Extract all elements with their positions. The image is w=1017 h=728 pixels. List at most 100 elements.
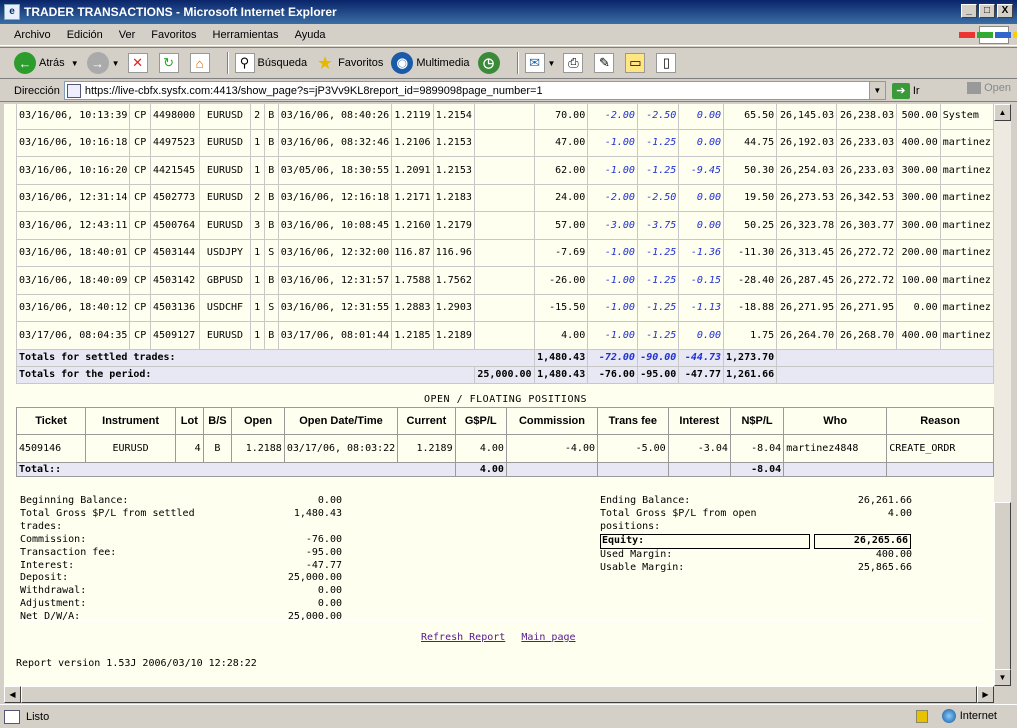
trade-cell: 26,264.70 [776,321,838,350]
trade-cell: 0.00 [678,104,725,130]
totals-period-fee: -95.00 [636,365,680,384]
trade-cell: 1 [249,238,265,267]
trade-cell: -2.50 [636,104,680,130]
trade-cell: 26,268.70 [836,321,898,350]
divider [16,620,984,621]
table-row: 03/16/06, 18:40:01 CP 4503144 USDJPY 1 S 03/16… [15,238,994,267]
media-button[interactable]: ◉ Multimedia [391,52,470,74]
position-cell: 1.2189 [397,434,456,463]
refresh-report-link[interactable]: Refresh Report [421,632,505,643]
menu-herramientas[interactable]: Herramientas [205,29,287,41]
menu-archivo[interactable]: Archivo [6,29,59,41]
trade-cell: 47.00 [533,128,589,157]
stop-button[interactable]: ✕ [127,53,151,73]
totals-period-empty [776,365,994,384]
trade-cell: 1.7588 [391,266,434,295]
trade-cell: CP [129,211,152,240]
trade-cell: 03/16/06, 18:40:12 [15,293,131,322]
close-button[interactable]: X [997,4,1013,18]
messenger-button[interactable]: ▯ [656,53,679,73]
edit-button[interactable]: ✎ [594,53,617,73]
trade-cell: 1.2119 [391,104,434,130]
totals-period-deposit: 25,000.00 [473,365,535,384]
scroll-right-icon[interactable]: ▶ [977,686,994,703]
totals-period-label: Totals for the period: [16,365,475,384]
trade-cell: 0.00 [678,321,725,350]
edit-icon: ✎ [594,53,615,73]
media-label: Multimedia [416,57,470,69]
column-header: Commission [505,407,599,435]
home-button[interactable]: ⌂ [189,53,213,73]
open-positions-table: Ticket Instrument Lot B/S Open Open Date/Time… [15,407,994,477]
trade-cell: 03/16/06, 10:13:39 [15,104,131,130]
menu-ayuda[interactable]: Ayuda [287,29,334,41]
scroll-down-icon[interactable]: ▼ [994,669,1011,686]
trade-cell: 26,287.45 [776,266,838,295]
totals-settled-commission: -72.00 [587,348,638,367]
menu-bar: Archivo Edición Ver Favoritos Herramient… [0,24,1017,46]
summary-row: Withdrawal: 0.00 [20,585,342,598]
trade-cell: CP [129,128,152,157]
mail-dropdown-icon[interactable]: ▼ [548,59,556,68]
go-button[interactable]: ➔ Ir [891,82,920,99]
address-dropdown-icon[interactable]: ▼ [868,82,885,99]
open-positions-total-npl: -8.04 [729,462,785,477]
forward-dropdown-icon[interactable]: ▼ [112,59,120,68]
horizontal-scrollbar[interactable]: ◀ ▶ [4,686,994,703]
favorites-button[interactable]: ★ Favoritos [315,53,383,73]
minimize-button[interactable]: _ [961,4,977,18]
table-row: 03/16/06, 10:13:39 CP 4498000 EURUSD 2 B 03/16… [15,104,994,130]
summary-row: Total Gross $P/L from settled trades: 1,4… [20,508,342,534]
summary-row: Used Margin: 400.00 [600,549,912,562]
summary-row: Usable Margin: 25,865.66 [600,562,912,575]
used-margin-value: 400.00 [875,548,912,560]
back-dropdown-icon[interactable]: ▼ [71,59,79,68]
discuss-button[interactable]: ▭ [625,53,648,73]
forward-button[interactable]: → ▼ [86,52,120,74]
trade-cell [473,266,535,295]
column-header: Open [231,407,285,435]
table-row: 03/16/06, 18:40:09 CP 4503142 GBPUSD 1 B 03/16… [15,266,994,295]
position-cell: 4 [174,434,204,463]
vertical-scrollbar[interactable]: ▲ ▼ [994,104,1011,686]
trade-cell: 26,233.03 [836,128,898,157]
trade-cell: 26,233.03 [836,156,898,185]
scroll-up-icon[interactable]: ▲ [994,104,1011,121]
trade-cell: 1.7562 [432,266,475,295]
trade-cell: -1.36 [678,238,725,267]
trade-cell: -2.00 [587,183,638,212]
address-input[interactable]: https://live-cbfx.sysfx.com:4413/show_pa… [63,81,886,100]
scroll-left-icon[interactable]: ◀ [4,686,21,703]
search-button[interactable]: ⚲ Búsqueda [234,53,307,73]
maximize-button[interactable]: □ [979,4,995,18]
table-row: 03/16/06, 12:43:11 CP 4500764 EURUSD 3 B 03/16… [15,211,994,240]
trade-cell: 50.30 [723,156,778,185]
summary-row: Total Gross $P/L from open positions: 4.… [600,508,912,534]
refresh-button[interactable]: ↻ [158,53,182,73]
open-label: Open [984,82,1011,94]
trade-cell: 50.25 [723,211,778,240]
trade-cell: martinez [939,266,994,295]
print-button[interactable]: ⎙ [563,53,586,73]
trade-cell: martinez [939,128,994,157]
summary-label: Beginning Balance: [20,495,129,506]
menu-ver[interactable]: Ver [111,29,144,41]
security-zone: Internet [915,709,997,723]
column-header: Current [397,407,456,435]
trade-cell: EURUSD [199,321,251,350]
back-button[interactable]: ← Atrás ▼ [14,52,79,74]
page-content: 03/16/06, 10:13:39 CP 4498000 EURUSD 2 B 03/16… [4,104,994,686]
open-button[interactable]: Open [967,82,1011,94]
menu-favoritos[interactable]: Favoritos [143,29,204,41]
mail-button[interactable]: ✉ ▼ [524,53,556,73]
history-button[interactable]: ◷ [477,52,503,74]
vertical-scroll-thumb[interactable] [994,502,1011,674]
trade-cell: B [263,104,279,130]
totals-period-interest: -47.77 [678,365,725,384]
note-icon: ▭ [625,53,646,73]
trade-cell: -1.00 [587,128,638,157]
main-page-link[interactable]: Main page [521,632,575,643]
menu-edicion[interactable]: Edición [59,29,111,41]
ending-balance-value: 26,261.66 [857,495,912,506]
horizontal-scroll-thumb[interactable] [21,686,977,703]
